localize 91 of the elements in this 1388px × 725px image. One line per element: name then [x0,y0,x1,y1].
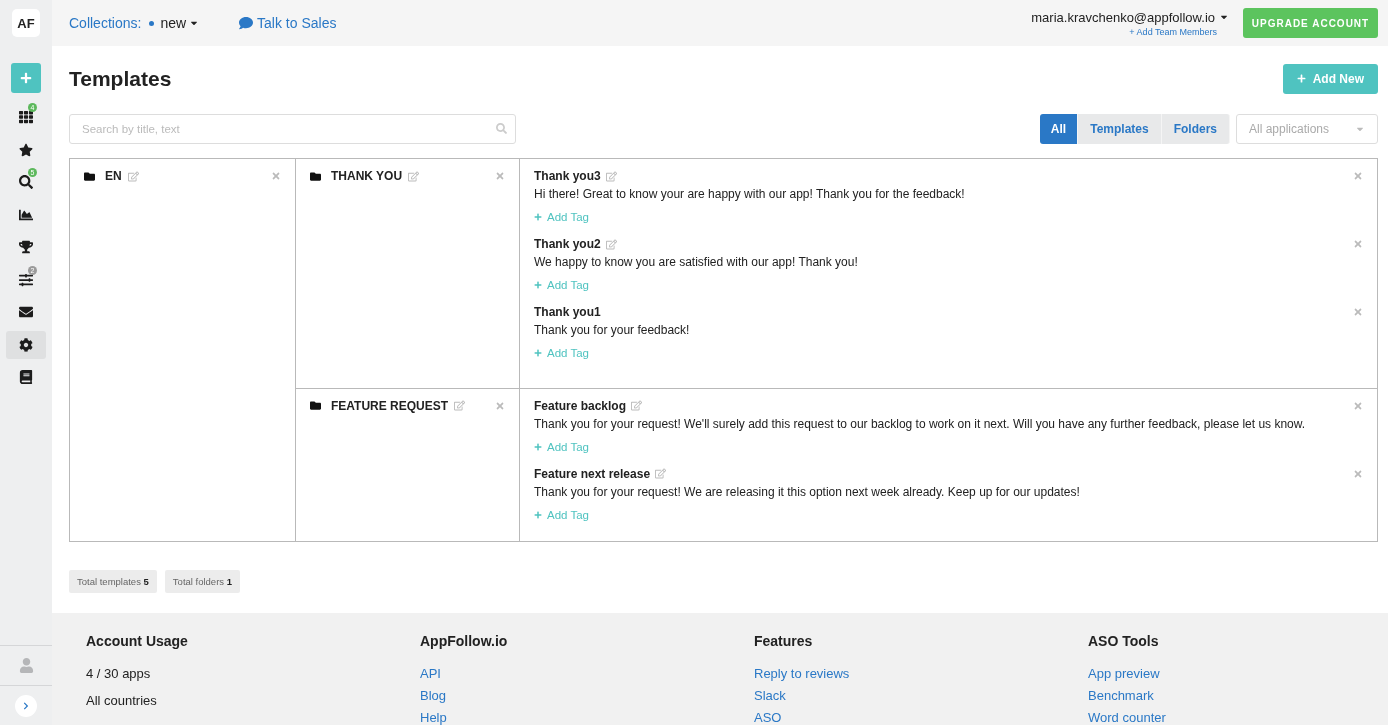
applications-select[interactable]: All applications [1236,114,1378,144]
plus-icon [534,510,542,519]
plus-icon [1296,74,1306,83]
close-icon[interactable] [495,400,505,411]
plus-icon [534,213,542,221]
upgrade-button[interactable]: UPGRADE ACCOUNT [1243,8,1378,38]
folder-icon [84,170,95,182]
plus-icon [534,281,542,289]
footer-link[interactable]: App preview [1088,666,1388,681]
collection-dropdown[interactable]: new [160,15,200,31]
user-menu[interactable]: maria.kravchenko@appfollow.io [1031,9,1229,25]
usage-text: All countries [86,693,158,708]
page-title: Templates [69,66,172,91]
search-field[interactable]: Search by title, text [69,114,516,144]
search-icon [496,123,507,134]
settings-icon [19,337,33,352]
folder-name: THANK YOU [331,169,403,183]
close-icon[interactable] [271,171,281,181]
chart-icon [19,207,33,222]
usage-text: 4 / 30 apps [86,666,152,681]
footer-heading: Account Usage [86,633,189,649]
add-tag-link[interactable]: Add Tag [534,508,589,521]
dot-icon [149,20,155,26]
add-tag-link[interactable]: Add Tag [534,279,589,291]
edit-icon[interactable] [454,400,466,412]
total-count: Total templates 5 [69,570,157,593]
template-title: Feature next release [534,466,651,481]
star-icon [19,142,33,157]
close-icon[interactable] [495,171,505,181]
logo[interactable]: AF [12,9,40,37]
add-new-button[interactable]: Add New [1282,63,1378,94]
total-count: Total folders 1 [164,570,240,593]
edit-icon[interactable] [631,400,643,412]
edit-icon[interactable] [605,170,617,182]
expand-button[interactable] [15,694,37,717]
edit-icon[interactable] [655,468,667,480]
footer-heading: ASO Tools [1088,633,1160,649]
template-title: Thank you3 [534,169,601,183]
language-name: EN [105,169,122,183]
close-icon[interactable] [1353,171,1363,181]
close-icon[interactable] [1353,468,1363,479]
sidebar-item[interactable] [6,330,46,359]
template-title: Thank you2 [534,237,601,251]
footer-heading: Features [754,633,814,649]
plus-icon [534,349,542,357]
trophy-icon [19,240,33,254]
template-text: Hi there! Great to know your are happy with our app! Thank you for the feedback! [534,187,966,201]
footer-link[interactable]: Benchmark [1088,688,1388,703]
close-icon[interactable] [1353,307,1363,317]
book-icon [19,370,33,384]
folder-icon [310,400,321,412]
edit-icon[interactable] [408,170,420,182]
edit-icon[interactable] [127,170,139,182]
add-icon [20,72,32,84]
user-icon[interactable] [18,658,34,673]
mail-icon [19,305,33,319]
talk-to-sales-link[interactable]: Talk to Sales [239,15,337,31]
chevron-icon [22,701,30,710]
footer-link[interactable]: Help [420,710,754,725]
footer-link[interactable]: Slack [754,688,1088,703]
template-text: Thank you for your feedback! [534,323,691,337]
footer-heading: AppFollow.io [420,633,509,649]
edit-icon[interactable] [605,238,617,250]
add-tag-link[interactable]: Add Tag [534,440,589,453]
template-title: Feature backlog [534,398,627,413]
folder-name: FEATURE REQUEST [331,398,449,413]
filter-tab[interactable]: All [1039,114,1079,144]
close-icon[interactable] [1353,400,1363,411]
add-tag-link[interactable]: Add Tag [534,211,589,223]
filter-tab[interactable]: Templates [1078,114,1162,144]
sliders-icon [19,272,33,287]
close-icon[interactable] [1353,239,1363,249]
filter-tab[interactable]: Folders [1161,114,1230,144]
add-button[interactable] [11,63,41,93]
add-team-members-link[interactable]: + Add Team Members [1129,26,1217,37]
footer-link[interactable]: API [420,666,754,681]
folder-icon [310,170,321,182]
search-icon [19,175,33,189]
footer-link[interactable]: Reply to reviews [754,666,1088,681]
template-text: We happy to know you are satisfied with our app! Thank you! [534,255,859,269]
grid-icon [19,110,33,124]
footer-link[interactable]: Blog [420,688,754,703]
template-text: Thank you for your request! We'll surely add this request to our backlog to work on it next. Will you have any further feedback, please let us know. [534,416,1307,431]
template-title: Thank you1 [534,305,601,319]
footer-link[interactable]: ASO [754,710,1088,725]
footer-link[interactable]: Word counter [1088,710,1388,725]
collections-label: Collections: [69,15,142,31]
template-text: Thank you for your request! We are releasing it this option next week already. Keep up for our updates! [534,484,1081,499]
plus-icon [534,442,542,451]
add-tag-link[interactable]: Add Tag [534,347,589,359]
chat-icon [239,16,254,30]
